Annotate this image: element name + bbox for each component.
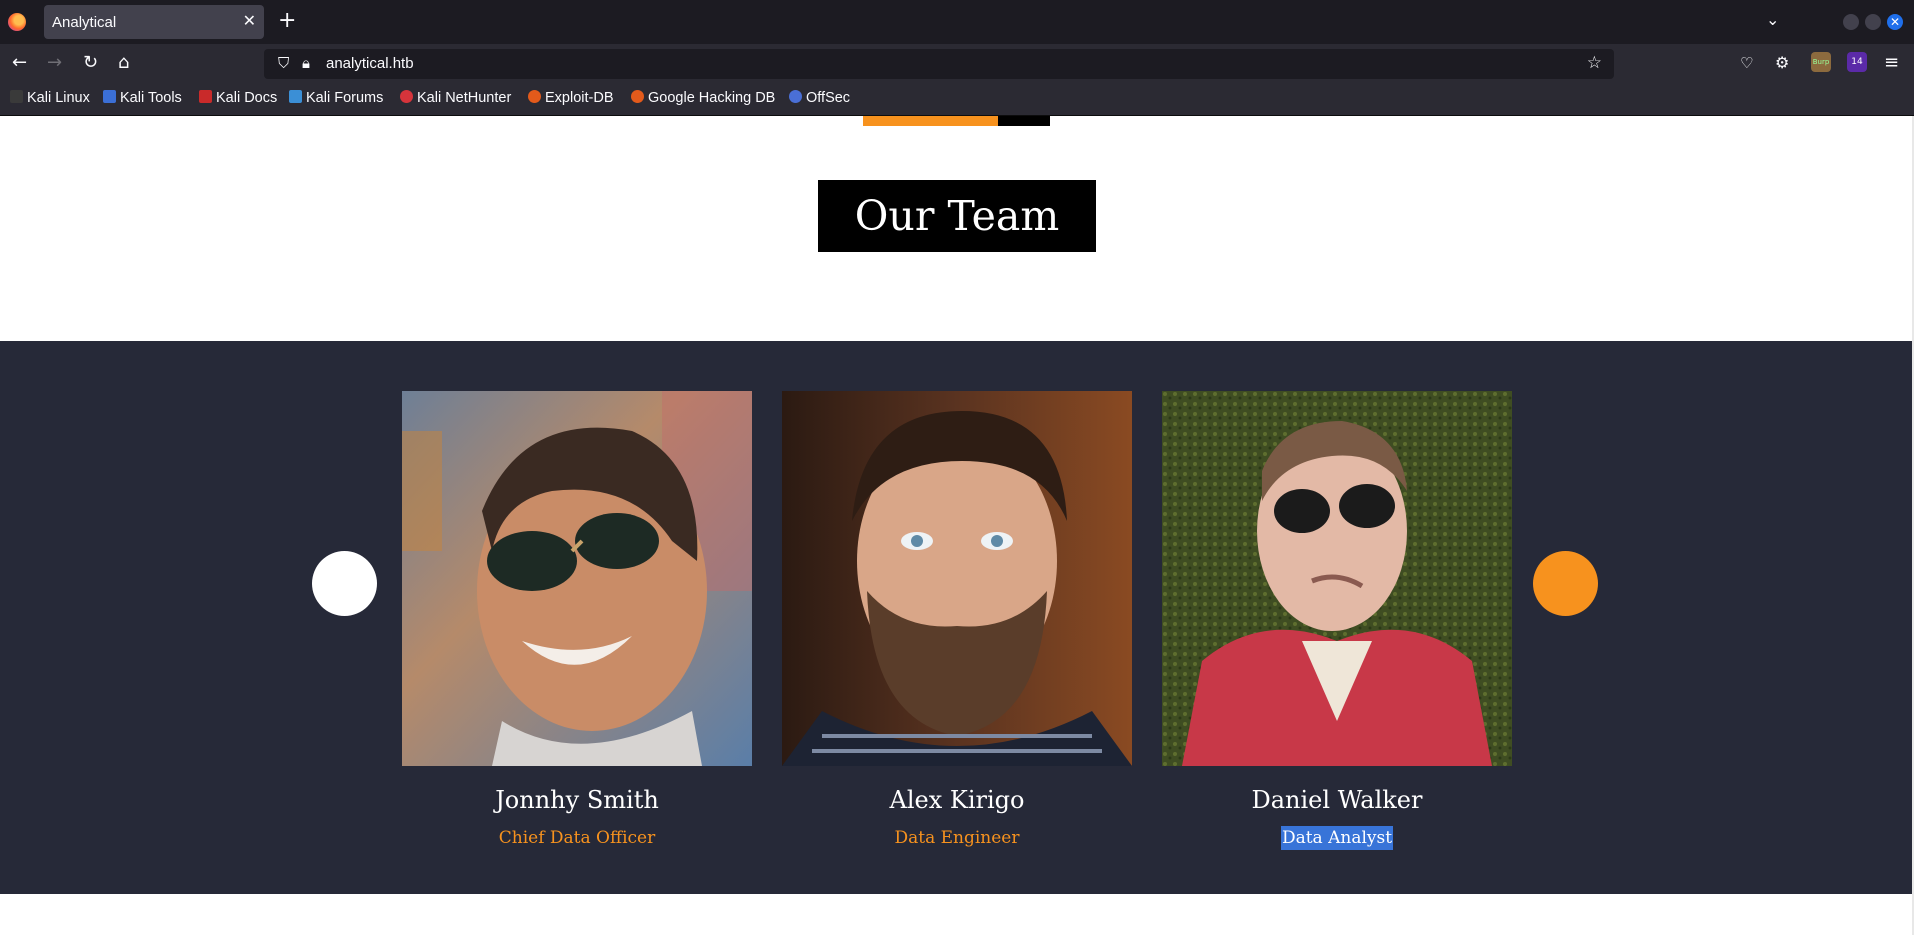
reload-icon[interactable]: ↻: [83, 52, 98, 74]
bookmark-offsec[interactable]: OffSec: [789, 90, 850, 106]
carousel-next-button[interactable]: [1533, 551, 1598, 616]
bookmark-kali-tools[interactable]: Kali Tools: [103, 90, 182, 106]
bookmark-kali-forums[interactable]: Kali Forums: [289, 90, 383, 106]
back-arrow-icon[interactable]: ←: [12, 52, 27, 74]
extension-count-badge: 14: [1851, 57, 1863, 67]
bookmark-google-hacking-db[interactable]: Google Hacking DB: [631, 90, 775, 106]
kali-dragon-icon: [10, 90, 23, 103]
section-heading: Our Team: [818, 180, 1096, 252]
foxyproxy-extension-icon[interactable]: 14: [1847, 52, 1867, 72]
burp-extension-icon[interactable]: Burp: [1811, 52, 1831, 72]
member-name: Jonnhy Smith: [495, 786, 659, 814]
member-photo: [1162, 391, 1512, 766]
bookmark-label: Exploit-DB: [545, 90, 614, 106]
bookmark-label: OffSec: [806, 90, 851, 106]
firefox-logo-icon[interactable]: [8, 13, 26, 31]
decorative-bar-black: [998, 116, 1050, 126]
bookmark-kali-nethunter[interactable]: Kali NetHunter: [400, 90, 511, 106]
close-icon[interactable]: ✕: [243, 11, 256, 30]
kali-docs-icon: [199, 90, 212, 103]
member-role: Data Engineer: [894, 828, 1020, 848]
pocket-icon[interactable]: ♡: [1740, 52, 1753, 74]
window-close-button[interactable]: ✕: [1887, 14, 1903, 30]
bookmark-exploit-db[interactable]: Exploit-DB: [528, 90, 614, 106]
bookmarks-toolbar: Kali Linux Kali Tools Kali Docs Kali For…: [0, 84, 1914, 116]
tab-bar: Analytical ✕ + ⌄ ✕: [0, 0, 1914, 44]
forward-arrow-icon[interactable]: →: [47, 52, 62, 74]
new-tab-icon[interactable]: +: [278, 8, 296, 34]
tab-analytical[interactable]: Analytical ✕: [44, 5, 264, 39]
bookmark-kali-linux[interactable]: Kali Linux: [10, 90, 90, 106]
decorative-bar-orange: [863, 116, 998, 126]
bookmark-star-icon[interactable]: ☆: [1587, 53, 1602, 73]
exploit-db-icon: [528, 90, 541, 103]
url-bar[interactable]: ⛉ 🔒︎ analytical.htb ☆: [264, 49, 1614, 79]
page-content: Our Team Jonnhy Smith Chief Data Officer…: [0, 116, 1914, 935]
bookmark-label: Kali Linux: [27, 90, 90, 106]
page-bottom-area: [0, 894, 1914, 935]
bookmark-label: Kali Forums: [306, 90, 384, 106]
bookmark-label: Kali Docs: [216, 90, 278, 106]
extensions-icon[interactable]: ⚙: [1775, 52, 1789, 74]
member-name: Alex Kirigo: [889, 786, 1025, 814]
navigation-toolbar: ← → ↻ ⌂ ⛉ 🔒︎ analytical.htb ☆ ♡ ⚙ Burp 1…: [0, 44, 1914, 84]
team-section: Jonnhy Smith Chief Data Officer Alex Kir…: [0, 341, 1914, 894]
bookmark-kali-docs[interactable]: Kali Docs: [199, 90, 277, 106]
bookmark-label: Kali Tools: [120, 90, 182, 106]
burp-badge: Burp: [1812, 58, 1830, 66]
lock-icon[interactable]: 🔒︎: [302, 54, 310, 72]
ghdb-icon: [631, 90, 644, 103]
offsec-icon: [789, 90, 802, 103]
member-role: Chief Data Officer: [498, 828, 656, 848]
member-role: Data Analyst: [1162, 826, 1512, 850]
kali-forums-icon: [289, 90, 302, 103]
minimize-button[interactable]: [1843, 14, 1859, 30]
member-name: Daniel Walker: [1251, 786, 1423, 814]
hamburger-menu-icon[interactable]: ≡: [1884, 52, 1899, 74]
chevron-down-icon[interactable]: ⌄: [1766, 10, 1779, 29]
home-icon[interactable]: ⌂: [118, 52, 129, 74]
tab-title: Analytical: [52, 14, 117, 31]
member-photo: [782, 391, 1132, 766]
bookmark-label: Google Hacking DB: [648, 90, 776, 106]
bookmark-label: Kali NetHunter: [417, 90, 512, 106]
kali-tools-icon: [103, 90, 116, 103]
shield-icon[interactable]: ⛉: [278, 54, 289, 72]
maximize-button[interactable]: [1865, 14, 1881, 30]
url-text[interactable]: analytical.htb: [326, 55, 414, 72]
member-photo: [402, 391, 752, 766]
carousel-prev-button[interactable]: [312, 551, 377, 616]
selected-text: Data Analyst: [1280, 826, 1394, 850]
nethunter-icon: [400, 90, 413, 103]
